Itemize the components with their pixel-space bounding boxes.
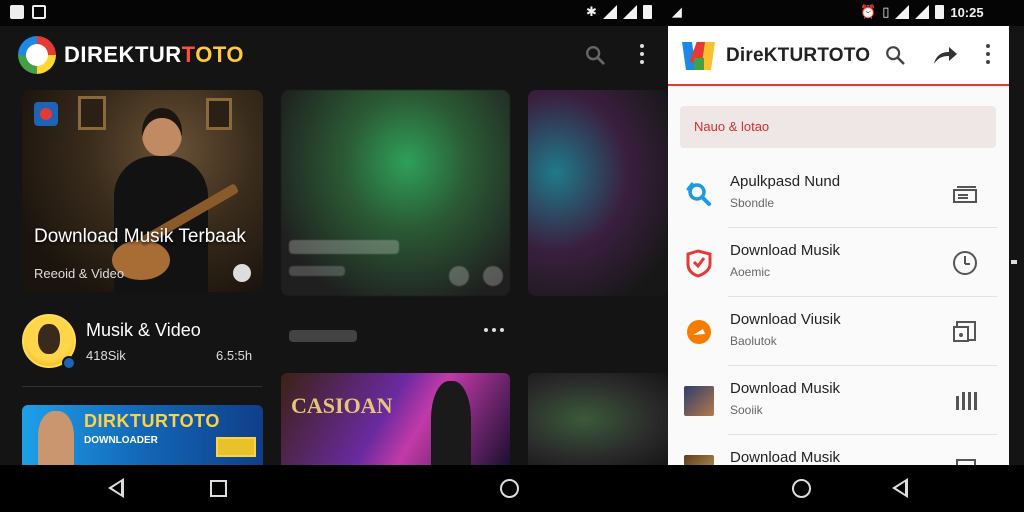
blurred-action-icon bbox=[449, 266, 469, 286]
list-item[interactable]: Download Musik Sooiik bbox=[668, 366, 1009, 435]
list-item[interactable]: Download Musik bbox=[668, 435, 1009, 465]
scroll-indicator bbox=[1011, 260, 1017, 264]
download-clock-icon[interactable] bbox=[950, 248, 980, 278]
equalizer-icon[interactable] bbox=[950, 386, 980, 416]
blurred-label bbox=[289, 330, 357, 342]
banner-card[interactable]: DIRKTURTOTO DOWNLOADER bbox=[22, 405, 263, 465]
media-card-icon[interactable] bbox=[950, 455, 980, 465]
list-item[interactable]: Download Musik Aoemic bbox=[668, 228, 1009, 297]
battery-icon bbox=[642, 5, 652, 19]
verified-icon bbox=[62, 356, 76, 370]
featured-title: Download Musik Terbaak bbox=[34, 226, 246, 247]
list-item[interactable]: Download Viusik Baolutok bbox=[668, 297, 1009, 366]
panel-header: DireKTURTOTO bbox=[668, 26, 1009, 86]
signal-strength-icon: ◢ bbox=[671, 4, 682, 19]
item-subtitle: Aoemic bbox=[730, 265, 771, 279]
banner-subtitle: DOWNLOADER bbox=[84, 435, 158, 446]
gallery-notification-icon bbox=[32, 5, 46, 19]
concert-card[interactable]: CASIOAN bbox=[281, 373, 510, 465]
orange-play-icon bbox=[687, 320, 711, 344]
status-time: 10:25 bbox=[950, 4, 984, 20]
more-options-icon[interactable] bbox=[982, 44, 994, 66]
comment-icon[interactable] bbox=[233, 264, 251, 282]
recent-apps-button-icon[interactable] bbox=[210, 480, 227, 497]
battery-icon-2 bbox=[935, 5, 945, 19]
item-title: Download Musik bbox=[730, 449, 841, 465]
app-brand: DIREKTURTOTO bbox=[64, 42, 244, 67]
channel-badge-icon bbox=[34, 102, 58, 126]
search-blue-icon bbox=[686, 182, 711, 206]
featured-video-card[interactable]: Download Musik Terbaak Reeoid & Video bbox=[22, 90, 263, 292]
back-button-icon[interactable] bbox=[108, 478, 124, 498]
person-image bbox=[38, 411, 74, 465]
banner-tag bbox=[216, 437, 256, 457]
cell-signal-icon-2 bbox=[915, 5, 930, 19]
list-item[interactable]: Apulkpasd Nund Sbondle bbox=[668, 159, 1009, 228]
app-logo-icon bbox=[18, 36, 56, 74]
bluetooth-icon: ✱ bbox=[586, 4, 597, 19]
concert-title: CASIOAN bbox=[291, 393, 393, 418]
alarm-icon: ⏰ bbox=[860, 4, 877, 19]
item-subtitle: Sooiik bbox=[730, 403, 763, 417]
search-icon[interactable] bbox=[584, 44, 606, 66]
wifi-icon-2 bbox=[895, 5, 910, 19]
banner-title: DIRKTURTOTO bbox=[84, 411, 220, 431]
featured-subtitle: Reeoid & Video bbox=[34, 266, 125, 281]
item-title: Download Viusik bbox=[730, 311, 841, 328]
shield-red-icon bbox=[686, 249, 712, 278]
silhouette-image bbox=[431, 381, 471, 465]
blurred-video-card[interactable] bbox=[281, 90, 510, 296]
side-panel: DireKTURTOTO Nauo & lotao Apulkpasd Nund… bbox=[668, 26, 1009, 465]
status-bar: ✱ ◢ ⏰ ▯ 10:25 bbox=[0, 0, 1024, 26]
notification-icon bbox=[10, 5, 24, 19]
channel-row[interactable]: Musik & Video 418Sik 6.5:5h bbox=[22, 314, 262, 374]
back-button-icon-2[interactable] bbox=[892, 478, 908, 498]
more-horizontal-icon[interactable] bbox=[484, 328, 504, 332]
share-icon[interactable] bbox=[932, 44, 958, 66]
system-nav-bar bbox=[0, 465, 1024, 512]
thumbnail-image bbox=[684, 386, 714, 416]
item-subtitle: Sbondle bbox=[730, 196, 775, 210]
app-m-logo-icon bbox=[682, 42, 715, 70]
more-options-icon[interactable] bbox=[634, 44, 650, 66]
partial-concert-card[interactable] bbox=[528, 373, 668, 465]
thumbnail-image bbox=[684, 455, 714, 465]
partial-video-card[interactable] bbox=[528, 90, 668, 296]
item-subtitle: Baolutok bbox=[730, 334, 777, 348]
channel-name: Musik & Video bbox=[86, 320, 201, 340]
search-placeholder: Nauo & lotao bbox=[694, 119, 770, 134]
wifi-icon bbox=[602, 5, 617, 19]
channel-count: 418Sik bbox=[86, 348, 126, 363]
home-button-icon-2[interactable] bbox=[792, 479, 811, 498]
search-field[interactable]: Nauo & lotao bbox=[680, 106, 996, 148]
wall-frame bbox=[206, 98, 232, 130]
blurred-action-icon bbox=[483, 266, 503, 286]
cell-signal-icon bbox=[622, 5, 637, 19]
wall-frame bbox=[78, 96, 106, 130]
media-card-icon[interactable] bbox=[950, 317, 980, 347]
search-icon[interactable] bbox=[884, 44, 906, 66]
panel-title: DireKTURTOTO bbox=[726, 45, 871, 66]
home-button-icon[interactable] bbox=[500, 479, 519, 498]
channel-duration: 6.5:5h bbox=[216, 348, 253, 363]
stack-icon[interactable] bbox=[950, 179, 980, 209]
divider bbox=[22, 386, 262, 387]
vibrate-icon: ▯ bbox=[882, 4, 890, 19]
item-title: Download Musik bbox=[730, 242, 841, 259]
item-title: Apulkpasd Nund bbox=[730, 173, 841, 190]
item-title: Download Musik bbox=[730, 380, 841, 397]
